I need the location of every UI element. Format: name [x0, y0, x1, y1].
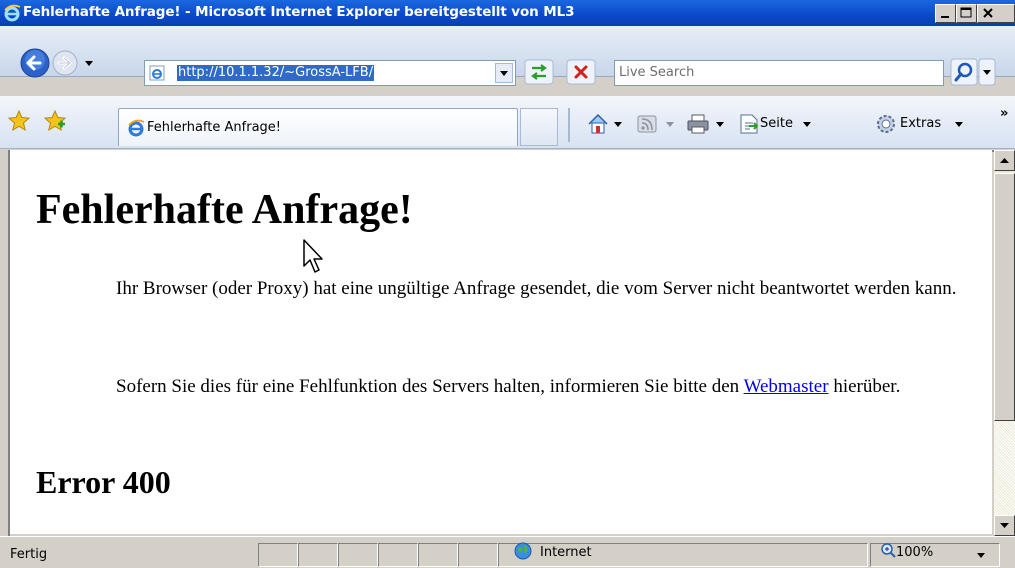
tab-label: Fehlerhafte Anfrage!: [147, 120, 281, 135]
new-tab-button[interactable]: [520, 108, 558, 146]
status-pane: [458, 543, 498, 567]
status-pane: [338, 543, 378, 567]
tools-gear-icon[interactable]: [874, 112, 898, 136]
page-icon: [149, 65, 165, 81]
minimize-icon: [941, 16, 949, 18]
close-icon: [983, 8, 993, 18]
stop-icon[interactable]: [566, 59, 596, 85]
webmaster-link[interactable]: Webmaster: [744, 376, 829, 397]
ie-page-icon: [128, 119, 145, 137]
security-zone-label: Internet: [540, 545, 592, 560]
error-description: Ihr Browser (oder Proxy) hat eine ungült…: [116, 278, 957, 299]
status-bar: Fertig: [0, 536, 1015, 568]
print-icon[interactable]: [686, 112, 730, 136]
page-menu-icon[interactable]: [738, 112, 760, 136]
page-content: Fehlerhafte Anfrage! Ihr Browser (oder P…: [10, 150, 992, 534]
add-favorite-icon[interactable]: [44, 110, 66, 132]
chevron-down-icon: [500, 71, 508, 76]
back-arrow-icon[interactable]: [20, 48, 50, 78]
internet-globe-icon: [514, 542, 532, 560]
zoom-level[interactable]: 100%: [896, 545, 933, 560]
window-title: Fehlerhafte Anfrage! - Microsoft Interne…: [23, 4, 575, 20]
status-pane: [418, 543, 458, 567]
chevron-up-icon: [1000, 158, 1009, 163]
address-url[interactable]: http://10.1.1.32/~GrossA-LFB/: [177, 65, 375, 81]
contact-text-after: hierüber.: [828, 376, 901, 397]
minimize-button[interactable]: [935, 4, 956, 23]
browser-window: Fehlerhafte Anfrage! - Microsoft Interne…: [0, 0, 1015, 568]
tools-menu-label[interactable]: Extras: [900, 112, 941, 136]
status-text: Fertig: [10, 547, 48, 562]
address-dropdown-button[interactable]: [495, 63, 513, 83]
chevron-down-icon[interactable]: [952, 112, 966, 136]
search-input[interactable]: Live Search: [614, 60, 944, 86]
status-pane: [298, 543, 338, 567]
page-heading: Fehlerhafte Anfrage!: [36, 187, 413, 233]
feeds-icon[interactable]: [636, 112, 678, 136]
forward-arrow-icon[interactable]: [52, 50, 78, 76]
close-button[interactable]: [977, 4, 1015, 23]
search-icon[interactable]: [950, 58, 996, 86]
history-dropdown-icon[interactable]: [84, 58, 94, 68]
error-code-heading: Error 400: [36, 464, 171, 500]
toolbar-overflow-chevron[interactable]: »: [1000, 102, 1008, 126]
scroll-down-button[interactable]: [994, 515, 1015, 536]
search-placeholder: Live Search: [619, 65, 695, 80]
chevron-down-icon[interactable]: [800, 112, 814, 136]
maximize-icon: [960, 7, 972, 18]
refresh-icon[interactable]: [524, 59, 554, 85]
address-bar[interactable]: http://10.1.1.32/~GrossA-LFB/: [144, 60, 516, 86]
maximize-button[interactable]: [956, 4, 977, 23]
home-icon[interactable]: [586, 112, 626, 136]
status-pane: [258, 543, 298, 567]
command-separator: [568, 108, 570, 142]
chevron-down-icon[interactable]: [976, 552, 986, 560]
scroll-thumb[interactable]: [994, 173, 1015, 421]
title-bar[interactable]: Fehlerhafte Anfrage! - Microsoft Interne…: [0, 0, 1015, 26]
contact-text-before: Sofern Sie dies für eine Fehlfunktion de…: [116, 376, 744, 397]
ie-logo-icon: [4, 4, 21, 22]
scroll-track[interactable]: [994, 421, 1015, 515]
page-menu-label[interactable]: Seite: [760, 112, 793, 136]
zoom-icon[interactable]: [880, 542, 896, 558]
favorites-star-icon[interactable]: [8, 110, 30, 132]
status-pane: [378, 543, 418, 567]
contact-paragraph: Sofern Sie dies für eine Fehlfunktion de…: [116, 370, 984, 403]
tab-fehlerhafte-anfrage[interactable]: Fehlerhafte Anfrage!: [118, 108, 518, 146]
chevron-down-icon: [1000, 523, 1009, 528]
vertical-scrollbar[interactable]: [994, 150, 1015, 536]
mouse-cursor-icon: [303, 239, 323, 273]
scroll-up-button[interactable]: [994, 150, 1015, 171]
